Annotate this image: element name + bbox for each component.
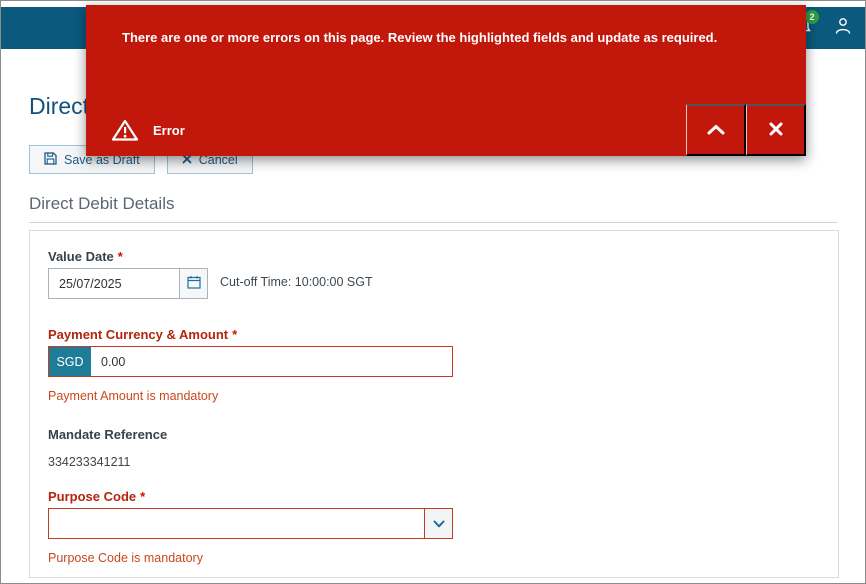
purpose-code-error: Purpose Code is mandatory	[48, 551, 203, 565]
payment-amount-input[interactable]	[91, 347, 452, 376]
chevron-up-icon	[707, 123, 725, 138]
section-divider	[29, 222, 837, 223]
payment-amount-field: SGD	[48, 346, 453, 377]
close-error-button[interactable]	[746, 104, 806, 156]
close-icon	[769, 122, 783, 139]
payment-amount-label: Payment Currency & Amount*	[48, 327, 237, 342]
calendar-icon	[187, 275, 201, 292]
value-date-label: Value Date*	[48, 249, 123, 264]
error-overlay: There are one or more errors on this pag…	[86, 5, 806, 156]
mandate-reference-value: 334233341211	[48, 455, 131, 469]
collapse-error-button[interactable]	[686, 104, 746, 156]
mandate-reference-label: Mandate Reference	[48, 427, 167, 442]
value-date-field	[48, 268, 208, 299]
error-message: There are one or more errors on this pag…	[86, 5, 806, 104]
chevron-down-icon	[433, 516, 445, 531]
currency-tag[interactable]: SGD	[49, 347, 91, 376]
error-overlay-title: Error	[153, 123, 185, 138]
calendar-button[interactable]	[179, 269, 207, 298]
error-overlay-header: Error	[86, 104, 806, 156]
required-marker: *	[232, 327, 237, 342]
warning-triangle-icon	[111, 118, 139, 142]
cutoff-time-note: Cut-off Time: 10:00:00 SGT	[220, 275, 373, 289]
section-title: Direct Debit Details	[29, 194, 175, 214]
direct-debit-details-panel: Value Date* Cut-off Time: 10:00:00 SGT P…	[29, 230, 839, 578]
save-disk-icon	[44, 152, 57, 168]
purpose-code-select[interactable]	[48, 508, 453, 539]
required-marker: *	[118, 249, 123, 264]
required-marker: *	[140, 489, 145, 504]
purpose-code-label: Purpose Code*	[48, 489, 145, 504]
app-window: 2 Direct Debit Save	[0, 0, 866, 584]
notification-badge: 2	[805, 10, 819, 24]
purpose-code-dropdown-button[interactable]	[424, 509, 452, 538]
profile-button[interactable]	[831, 15, 855, 41]
payment-amount-error: Payment Amount is mandatory	[48, 389, 218, 403]
error-overlay-actions	[686, 104, 806, 156]
user-icon	[835, 17, 851, 40]
